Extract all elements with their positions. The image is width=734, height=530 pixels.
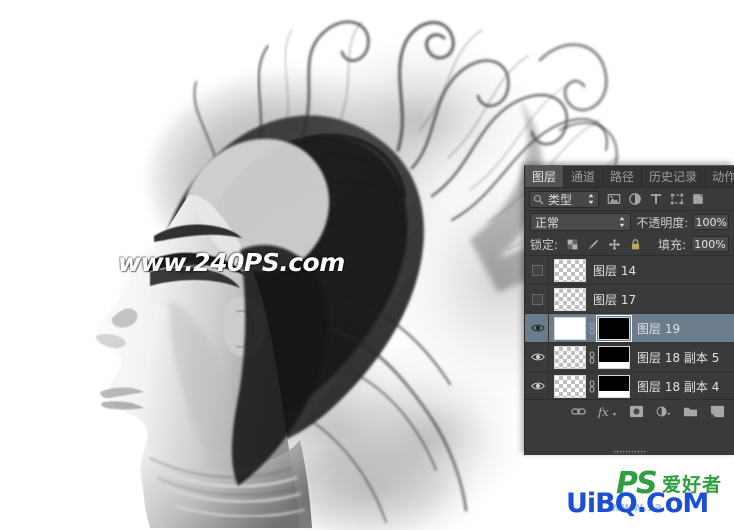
table-row[interactable]: 图层 18 副本 5 xyxy=(525,343,734,372)
layer-thumbnails xyxy=(549,374,630,398)
layer-thumbnail[interactable] xyxy=(554,316,586,340)
layer-visibility-toggle[interactable] xyxy=(527,285,549,313)
layer-thumbnail[interactable] xyxy=(554,258,586,282)
lock-label: 锁定: xyxy=(530,237,559,252)
layer-thumbnails xyxy=(549,345,630,369)
layer-style-fx-icon[interactable]: fx xyxy=(598,404,617,419)
blend-mode-row: 正常 不透明度: 100% xyxy=(525,211,734,233)
layer-visibility-toggle[interactable] xyxy=(527,343,549,371)
svg-text:fx: fx xyxy=(598,406,609,419)
layers-panel: 图层 通道 路径 历史记录 动作 类型 正常 不透明度: 100% 锁定: 填充… xyxy=(524,165,734,455)
eye-icon xyxy=(530,353,545,361)
tab-layers[interactable]: 图层 xyxy=(525,166,565,187)
new-group-icon[interactable] xyxy=(683,404,698,419)
layer-visibility-toggle[interactable] xyxy=(527,372,549,399)
tab-history[interactable]: 历史记录 xyxy=(642,166,706,187)
link-icon[interactable] xyxy=(588,350,596,364)
filter-type-icons xyxy=(607,192,705,206)
lock-row: 锁定: 填充: 100% xyxy=(525,233,734,255)
updown-arrows-icon xyxy=(588,193,594,205)
eye-icon xyxy=(530,382,545,390)
fill-label: 填充: xyxy=(657,237,686,252)
updown-arrows-icon xyxy=(619,216,625,228)
adjustment-layer-filter-icon[interactable] xyxy=(628,192,642,206)
link-layers-icon[interactable] xyxy=(571,404,586,419)
type-layer-filter-icon[interactable] xyxy=(649,192,663,206)
eye-icon xyxy=(530,324,545,332)
layer-thumbnail[interactable] xyxy=(554,345,586,369)
table-row[interactable]: 图层 19 xyxy=(525,314,734,343)
layer-name[interactable]: 图层 17 xyxy=(593,291,636,308)
new-layer-icon[interactable] xyxy=(710,404,725,419)
lock-icon-group xyxy=(566,238,642,251)
panel-resize-grip[interactable] xyxy=(612,450,647,454)
fill-input[interactable]: 100% xyxy=(691,236,729,252)
layer-list[interactable]: 图层 14 图层 17 图层 19 图层 18 副本 5 图层 18 副本 4 xyxy=(525,255,734,399)
tab-paths[interactable]: 路径 xyxy=(603,166,643,187)
layer-name[interactable]: 图层 18 副本 4 xyxy=(637,378,719,395)
filter-kind-select[interactable]: 类型 xyxy=(529,190,599,208)
filter-kind-label: 类型 xyxy=(548,192,573,207)
pixel-layer-filter-icon[interactable] xyxy=(607,192,621,206)
layer-thumbnails xyxy=(549,287,586,311)
layer-mask-thumbnail[interactable] xyxy=(598,374,630,398)
opacity-input[interactable]: 100% xyxy=(693,214,729,230)
blend-mode-value: 正常 xyxy=(535,215,560,230)
layer-visibility-toggle[interactable] xyxy=(527,314,549,342)
layer-thumbnails xyxy=(549,258,586,282)
table-row[interactable]: 图层 18 副本 4 xyxy=(525,372,734,399)
panel-tab-strip: 图层 通道 路径 历史记录 动作 xyxy=(525,166,734,188)
layer-mask-thumbnail[interactable] xyxy=(596,314,632,342)
layer-panel-toolbar: fx xyxy=(525,399,734,423)
layer-name[interactable]: 图层 19 xyxy=(637,320,680,337)
link-icon[interactable] xyxy=(588,379,596,393)
eye-off-icon xyxy=(532,293,543,305)
layer-name[interactable]: 图层 18 副本 5 xyxy=(637,349,719,366)
lock-transparent-pixels-icon[interactable] xyxy=(566,238,579,251)
link-icon[interactable] xyxy=(588,321,596,335)
smart-object-filter-icon[interactable] xyxy=(691,192,705,206)
tab-actions[interactable]: 动作 xyxy=(705,166,734,187)
tab-channels[interactable]: 通道 xyxy=(564,166,604,187)
photoshop-workspace: www.240PS.com PS 爱好者 www.sa UiBQ.CoM 图层 … xyxy=(0,0,734,530)
layer-visibility-toggle[interactable] xyxy=(527,256,549,284)
blend-mode-select[interactable]: 正常 xyxy=(530,213,632,231)
new-adjustment-layer-icon[interactable] xyxy=(656,404,671,419)
opacity-label: 不透明度: xyxy=(636,215,689,230)
layer-thumbnails xyxy=(549,314,632,342)
layer-thumbnail[interactable] xyxy=(554,287,586,311)
add-layer-mask-icon[interactable] xyxy=(629,404,644,419)
lock-image-pixels-icon[interactable] xyxy=(587,238,600,251)
layer-mask-thumbnail[interactable] xyxy=(598,345,630,369)
lock-all-icon[interactable] xyxy=(629,238,642,251)
eye-off-icon xyxy=(532,264,543,276)
table-row[interactable]: 图层 14 xyxy=(525,256,734,285)
layer-thumbnail[interactable] xyxy=(554,374,586,398)
layer-filter-row: 类型 xyxy=(525,188,734,211)
lock-position-icon[interactable] xyxy=(608,238,621,251)
search-icon xyxy=(533,194,544,204)
layer-name[interactable]: 图层 14 xyxy=(593,262,636,279)
table-row[interactable]: 图层 17 xyxy=(525,285,734,314)
shape-layer-filter-icon[interactable] xyxy=(670,192,684,206)
